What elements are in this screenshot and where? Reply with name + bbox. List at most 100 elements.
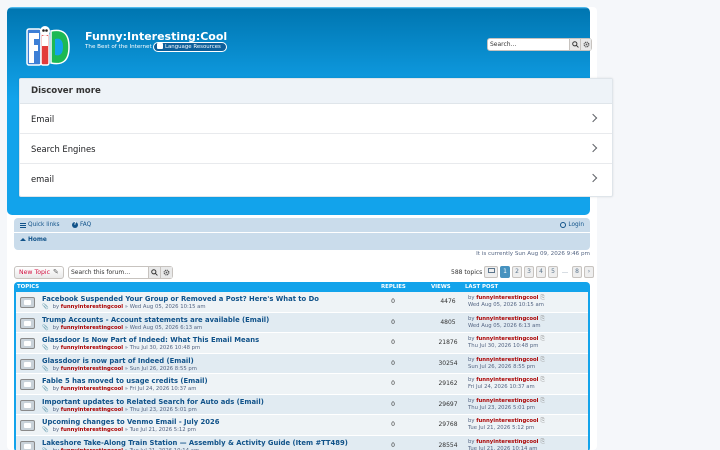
discover-item-search-engines[interactable]: Search Engines (20, 134, 612, 164)
hamburger-icon (20, 222, 26, 228)
discover-more-heading: Discover more (20, 79, 612, 104)
topic-author[interactable]: funnyinterestingcool (61, 325, 123, 331)
paperclip-icon: 📎 (42, 345, 49, 351)
last-post-date: Wed Aug 05, 2026 10:15 am (468, 302, 544, 308)
topic-author[interactable]: funnyinterestingcool (61, 407, 123, 413)
topic-author[interactable]: funnyinterestingcool (61, 366, 123, 372)
topic-row: Lakeshore Take-Along Train Station — Ass… (16, 435, 588, 450)
topic-title[interactable]: Upcoming changes to Venmo Email - July 2… (42, 418, 372, 426)
topic-views: 29768 (438, 421, 458, 429)
power-icon (560, 222, 567, 228)
discover-more-panel: Discover more Email Search Engines email (19, 78, 613, 197)
login-link[interactable]: Login (560, 222, 584, 228)
topic-title[interactable]: Glassdoor is now part of Indeed (Email) (42, 357, 372, 365)
topic-date: Wed Aug 05, 2026 6:13 am (129, 324, 203, 331)
topic-title[interactable]: Important updates to Related Search for … (42, 398, 372, 406)
topic-row: Trump Accounts - Account statements are … (16, 312, 588, 333)
topic-date: Sun Jul 26, 2026 8:55 pm (129, 365, 197, 372)
last-post-author[interactable]: funnyinterestingcool (476, 377, 538, 383)
last-post-author[interactable]: funnyinterestingcool (476, 418, 538, 424)
nav-bar: Quick links ? FAQ Login Home (14, 218, 590, 250)
last-post-author[interactable]: funnyinterestingcool (476, 398, 538, 404)
quick-links-menu[interactable]: Quick links (20, 222, 60, 228)
forum-advanced-search-button[interactable] (160, 267, 172, 278)
topic-author[interactable]: funnyinterestingcool (61, 427, 123, 433)
faq-link[interactable]: ? FAQ (72, 222, 91, 228)
goto-last-post-icon[interactable]: ⎘ (540, 316, 544, 322)
last-post-author[interactable]: funnyinterestingcool (476, 439, 538, 445)
last-post-author[interactable]: funnyinterestingcool (476, 295, 538, 301)
search-icon (571, 41, 579, 48)
topic-meta: 📎 by funnyinterestingcool » Wed Aug 05, 2… (42, 304, 206, 310)
goto-last-post-icon[interactable]: ⎘ (540, 439, 544, 445)
topic-title[interactable]: Trump Accounts - Account statements are … (42, 316, 372, 324)
last-post-author[interactable]: funnyinterestingcool (476, 336, 538, 342)
search-button[interactable] (569, 39, 580, 50)
breadcrumb-home[interactable]: Home (20, 237, 47, 243)
topic-row: Important updates to Related Search for … (16, 394, 588, 415)
topic-read-icon (20, 379, 35, 390)
goto-last-post-icon[interactable]: ⎘ (540, 398, 544, 404)
topic-replies: 0 (391, 339, 395, 347)
paperclip-icon: 📎 (42, 365, 49, 372)
advanced-search-button[interactable] (580, 39, 591, 50)
page-8[interactable]: 8 (572, 266, 582, 278)
page-4[interactable]: 4 (536, 266, 546, 278)
new-topic-button[interactable]: New Topic ✎ (14, 266, 64, 279)
goto-last-post-icon[interactable]: ⎘ (540, 418, 544, 424)
page-3[interactable]: 3 (524, 266, 534, 278)
forum-search-input[interactable]: Search this forum… (69, 267, 148, 278)
page-jump-icon (487, 268, 495, 273)
last-post-author[interactable]: funnyinterestingcool (476, 357, 538, 363)
language-resources-link[interactable]: Language Resources (153, 42, 227, 52)
paperclip-icon: 📎 (42, 324, 49, 331)
last-post: by funnyinterestingcool ⎘ Tue Jul 21, 202… (468, 418, 545, 431)
topic-views: 28554 (438, 441, 458, 449)
discover-item-label: email (31, 174, 55, 184)
page-1[interactable]: 1 (500, 266, 510, 278)
goto-last-post-icon[interactable]: ⎘ (540, 295, 544, 301)
discover-item-email-lower[interactable]: email (20, 164, 612, 194)
globe-icon (157, 43, 163, 49)
page-jump-button[interactable] (484, 266, 498, 278)
topic-date: Thu Jul 30, 2026 10:48 pm (129, 345, 201, 351)
topic-read-icon (20, 440, 35, 450)
col-views: VIEWS (431, 284, 451, 290)
topic-views: 29162 (438, 380, 458, 388)
chevron-right-icon (588, 143, 598, 153)
topic-author[interactable]: funnyinterestingcool (61, 386, 123, 392)
page-2[interactable]: 2 (512, 266, 522, 278)
topic-title[interactable]: Glassdoor Is Now Part of Indeed: What Th… (42, 336, 372, 344)
topic-row: Glassdoor Is Now Part of Indeed: What Th… (16, 333, 588, 354)
topic-meta: 📎 by funnyinterestingcool » Sun Jul 26, 2… (42, 365, 197, 372)
discover-item-label: Search Engines (31, 144, 96, 154)
forum-search-button[interactable] (148, 267, 160, 278)
topic-views: 4476 (440, 298, 456, 306)
topic-author[interactable]: funnyinterestingcool (61, 304, 123, 310)
page-5[interactable]: 5 (548, 266, 558, 278)
goto-last-post-icon[interactable]: ⎘ (540, 377, 544, 383)
site-logo[interactable] (25, 23, 71, 69)
topic-replies: 0 (391, 400, 395, 408)
goto-last-post-icon[interactable]: ⎘ (540, 336, 544, 342)
forum-search: Search this forum… (68, 266, 173, 279)
topic-meta: 📎 by funnyinterestingcool » Thu Jul 30, 2… (42, 345, 201, 351)
nav-divider (14, 232, 590, 233)
next-page-button[interactable]: › (584, 266, 594, 278)
topic-title[interactable]: Lakeshore Take-Along Train Station — Ass… (42, 439, 372, 447)
last-post: by funnyinterestingcool ⎘ Wed Aug 05, 202… (468, 315, 545, 329)
topic-author[interactable]: funnyinterestingcool (61, 345, 123, 351)
topic-rows: Facebook Suspended Your Group or Removed… (16, 292, 588, 450)
discover-item-email[interactable]: Email (20, 104, 612, 134)
topic-replies: 0 (391, 318, 395, 326)
chevron-right-icon (588, 173, 598, 183)
topic-replies: 0 (391, 359, 395, 367)
topic-meta: 📎by funnyinterestingcool » Tue Jul 21, 2… (42, 427, 196, 433)
topic-title[interactable]: Facebook Suspended Your Group or Removed… (42, 295, 372, 303)
site-search-input[interactable]: Search… (488, 39, 569, 50)
last-post-author[interactable]: funnyinterestingcool (476, 316, 538, 322)
goto-last-post-icon[interactable]: ⎘ (540, 357, 544, 363)
last-post: by funnyinterestingcool ⎘ Thu Jul 23, 202… (468, 397, 545, 411)
topic-title[interactable]: Fable 5 has moved to usage credits (Emai… (42, 377, 372, 385)
col-last-post: LAST POST (465, 284, 499, 290)
